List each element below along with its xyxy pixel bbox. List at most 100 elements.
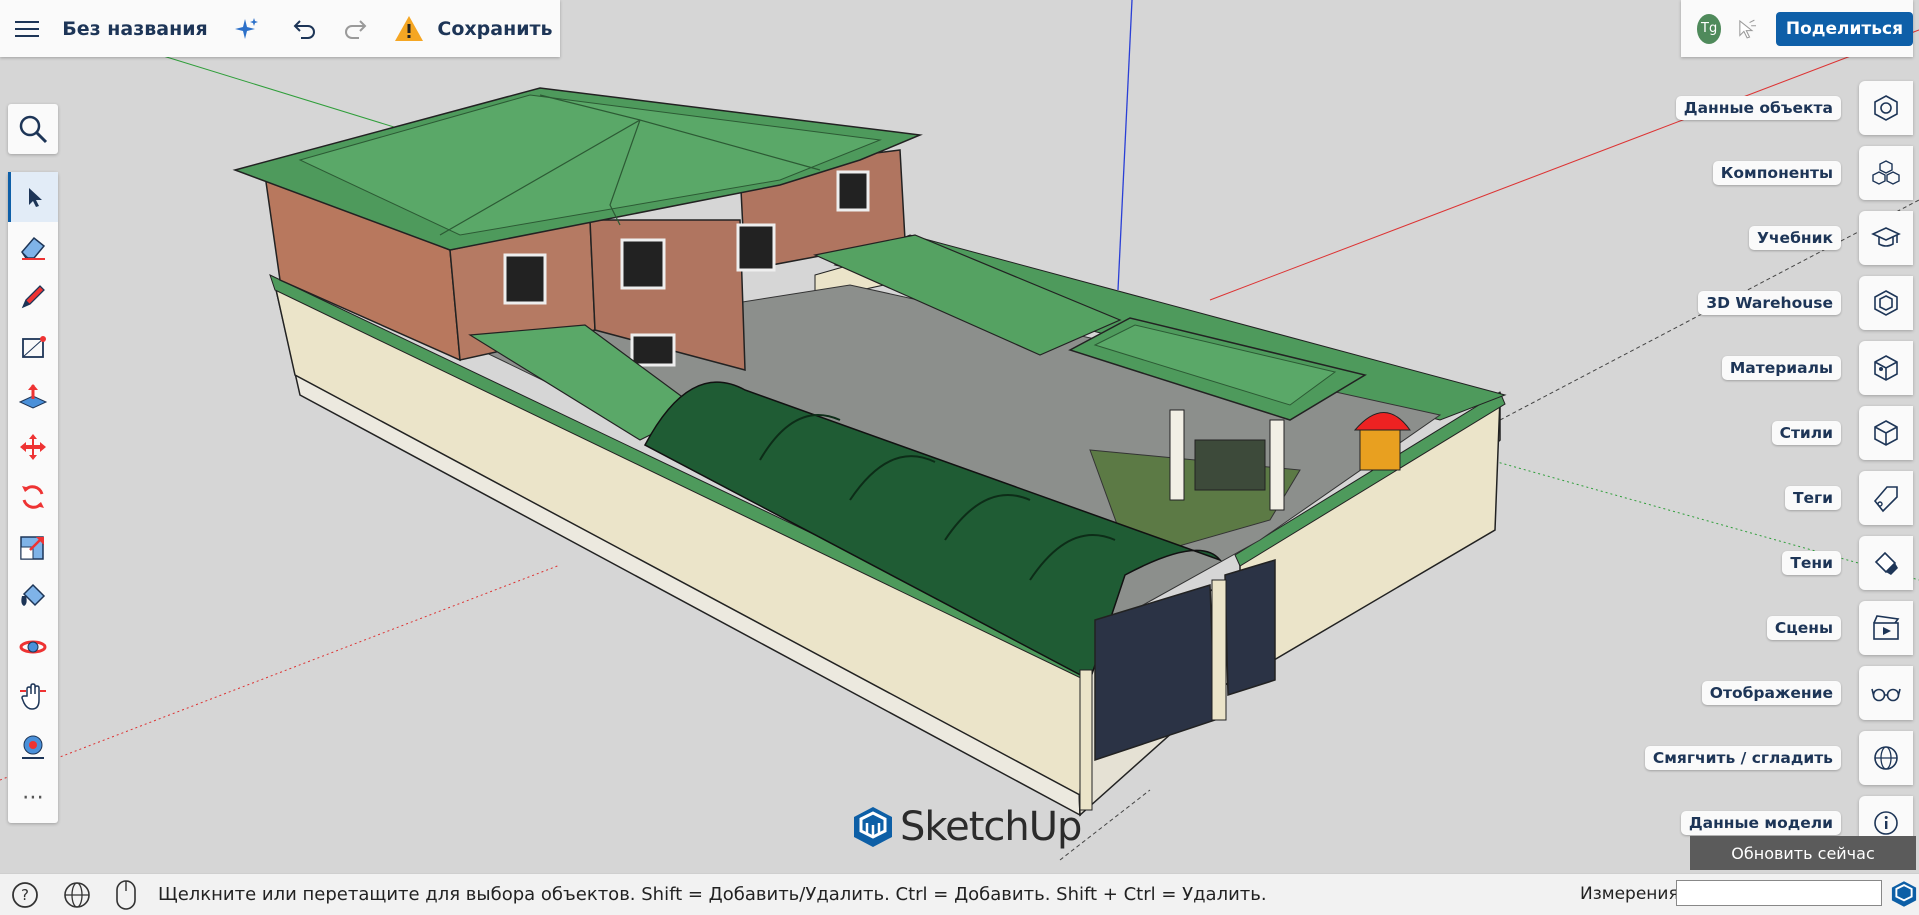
- panel-soften[interactable]: Смягчить / сгладить: [1644, 731, 1919, 785]
- brand-name: SketchUp: [900, 804, 1082, 850]
- push-pull-icon: [18, 384, 48, 409]
- status-bar: ? Щелкните или перетащите для выбора объ…: [0, 873, 1919, 915]
- menu-button[interactable]: [0, 20, 54, 38]
- panel-display-button[interactable]: [1859, 666, 1913, 720]
- measurements-input[interactable]: [1676, 880, 1882, 906]
- panel-scenes-button[interactable]: [1859, 601, 1913, 655]
- more-tools-button[interactable]: ⋯: [8, 772, 58, 822]
- panel-label[interactable]: Материалы: [1721, 356, 1841, 380]
- graduation-cap-icon: [1871, 227, 1901, 247]
- panel-label[interactable]: Отображение: [1701, 681, 1841, 705]
- search-icon: [19, 115, 48, 144]
- move-icon: [20, 434, 46, 460]
- panel-tutorial-button[interactable]: [1859, 211, 1913, 265]
- ai-assist-button[interactable]: [216, 16, 278, 42]
- panel-label[interactable]: Данные модели: [1680, 811, 1841, 835]
- panel-materials[interactable]: Материалы: [1721, 341, 1919, 395]
- move-tool[interactable]: [8, 422, 58, 472]
- tape-icon: [22, 735, 44, 759]
- panel-tags[interactable]: Теги: [1784, 471, 1919, 525]
- panel-scenes[interactable]: Сцены: [1766, 601, 1919, 655]
- sketchup-logo: SketchUp: [852, 804, 1082, 850]
- panel-label[interactable]: Учебник: [1748, 226, 1841, 250]
- push-pull-tool[interactable]: [8, 372, 58, 422]
- cursor-pointer-icon[interactable]: [1735, 15, 1758, 43]
- orbit-tool[interactable]: [8, 622, 58, 672]
- account-bar: Tg Поделиться: [1681, 0, 1913, 57]
- panel-display[interactable]: Отображение: [1701, 666, 1919, 720]
- rectangle-icon: [22, 336, 46, 358]
- panel-label[interactable]: 3D Warehouse: [1698, 291, 1841, 315]
- undo-icon: [293, 19, 315, 39]
- tool-palette: ⋯: [8, 172, 58, 823]
- globe-icon[interactable]: [62, 880, 92, 910]
- panel-label[interactable]: Теги: [1784, 486, 1841, 510]
- hamburger-icon: [15, 20, 39, 37]
- panel-3d-warehouse-button[interactable]: [1859, 276, 1913, 330]
- save-button[interactable]: Сохранить: [437, 18, 552, 40]
- sketchup-small-logo-icon: [1891, 881, 1917, 907]
- sparkle-icon: [235, 17, 258, 39]
- panel-tutorial[interactable]: Учебник: [1748, 211, 1919, 265]
- undo-button[interactable]: [278, 18, 332, 40]
- panel-3d-warehouse[interactable]: 3D Warehouse: [1698, 276, 1919, 330]
- scale-icon: [20, 536, 44, 560]
- main-toolbar: Без названия Сохранить: [0, 0, 560, 57]
- eraser-icon: [21, 236, 46, 260]
- panel-entity-info-button[interactable]: [1859, 81, 1913, 135]
- pencil-tool[interactable]: [8, 272, 58, 322]
- svg-text:?: ?: [21, 886, 29, 904]
- pencil-icon: [21, 285, 45, 309]
- soften-icon: [1874, 746, 1898, 770]
- select-tool[interactable]: [8, 172, 58, 222]
- redo-icon: [345, 19, 367, 39]
- panel-styles[interactable]: Стили: [1771, 406, 1919, 460]
- warning-button[interactable]: [378, 15, 440, 42]
- arrow-icon: [28, 188, 42, 207]
- panel-label[interactable]: Данные объекта: [1675, 96, 1841, 120]
- panel-label[interactable]: Стили: [1771, 421, 1841, 445]
- panel-soften-button[interactable]: [1859, 731, 1913, 785]
- rotate-icon: [22, 485, 44, 509]
- rectangle-tool[interactable]: [8, 322, 58, 372]
- panel-label[interactable]: Сцены: [1766, 616, 1841, 640]
- panel-entity-info[interactable]: Данные объекта: [1675, 81, 1919, 135]
- share-button[interactable]: Поделиться: [1775, 11, 1913, 46]
- eraser-tool[interactable]: [8, 222, 58, 272]
- panel-components[interactable]: Компоненты: [1712, 146, 1919, 200]
- help-icon[interactable]: ?: [10, 880, 40, 910]
- tape-tool[interactable]: [8, 722, 58, 772]
- panel-shadows-button[interactable]: [1859, 536, 1913, 590]
- document-title[interactable]: Без названия: [54, 18, 216, 40]
- pan-tool[interactable]: [8, 672, 58, 722]
- search-tool-button[interactable]: [8, 104, 58, 154]
- paint-bucket-icon: [21, 583, 46, 607]
- paint-tool[interactable]: [8, 572, 58, 622]
- panel-shadows[interactable]: Тени: [1782, 536, 1919, 590]
- status-hint: Щелкните или перетащите для выбора объек…: [158, 884, 1267, 905]
- panel-label[interactable]: Компоненты: [1712, 161, 1841, 185]
- panel-tags-button[interactable]: [1859, 471, 1913, 525]
- avatar[interactable]: Tg: [1697, 13, 1722, 44]
- hand-icon: [20, 683, 46, 710]
- glasses-icon: [1871, 688, 1901, 702]
- rotate-tool[interactable]: [8, 472, 58, 522]
- scale-tool[interactable]: [8, 522, 58, 572]
- panel-materials-button[interactable]: [1859, 341, 1913, 395]
- scenes-icon: [1873, 615, 1900, 640]
- panel-styles-button[interactable]: [1859, 406, 1913, 460]
- components-icon: [1872, 160, 1900, 185]
- panel-label[interactable]: Тени: [1782, 551, 1841, 575]
- update-now-button[interactable]: Обновить сейчас: [1690, 836, 1916, 870]
- warning-icon: [395, 16, 423, 41]
- redo-button[interactable]: [332, 18, 378, 40]
- warehouse-icon: [1874, 290, 1898, 316]
- info-icon: [1874, 811, 1898, 835]
- panel-label[interactable]: Смягчить / сгладить: [1644, 746, 1841, 770]
- shadows-icon: [1874, 551, 1898, 575]
- model-viewport[interactable]: [0, 0, 1919, 873]
- panel-components-button[interactable]: [1859, 146, 1913, 200]
- house-model-scene: [0, 0, 1919, 861]
- styles-icon: [1874, 420, 1898, 446]
- mouse-icon[interactable]: [114, 879, 138, 911]
